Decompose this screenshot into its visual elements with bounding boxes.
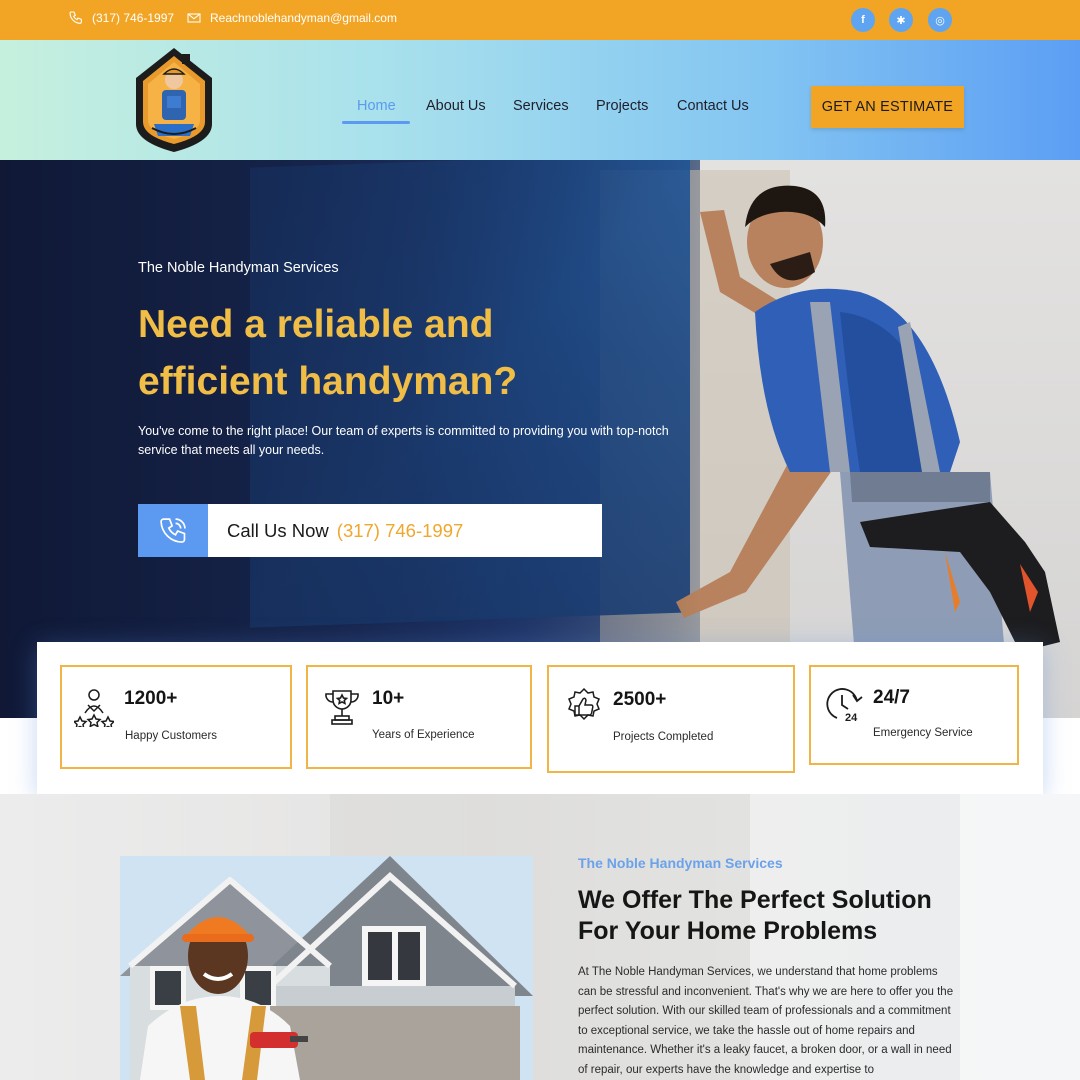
hero-description: You've come to the right place! Our team…: [138, 424, 669, 457]
nav-contact-us[interactable]: Contact Us: [677, 98, 749, 114]
hero-worker-image: [676, 185, 1060, 718]
clock-24-icon: 24: [826, 688, 863, 724]
nav-about-us[interactable]: About Us: [426, 98, 486, 114]
get-estimate-button[interactable]: GET AN ESTIMATE: [811, 86, 964, 128]
thumbs-up-badge-icon: [568, 687, 600, 721]
topbar-phone[interactable]: (317) 746-1997: [68, 10, 174, 26]
stat-value: 2500+: [613, 689, 667, 710]
stat-value: 1200+: [124, 688, 178, 709]
stat-card-customers: 1200+ Happy Customers: [60, 665, 292, 769]
hero-section: The Noble Handyman Services Need a relia…: [0, 160, 1080, 718]
stat-card-experience: 10+ Years of Experience: [306, 665, 532, 769]
nav-projects[interactable]: Projects: [596, 98, 648, 114]
nav-services[interactable]: Services: [513, 98, 569, 114]
svg-text:24: 24: [845, 712, 858, 724]
stat-card-emergency: 24 24/7 Emergency Service: [809, 665, 1019, 765]
site-header: Home About Us Services Projects Contact …: [0, 40, 1080, 160]
stat-label: Years of Experience: [372, 729, 475, 741]
instagram-icon[interactable]: ◎: [928, 8, 952, 32]
stat-value: 10+: [372, 688, 405, 709]
trophy-icon: [325, 690, 359, 725]
topbar-email-text: Reachnoblehandyman@gmail.com: [210, 11, 397, 25]
phone-icon: [69, 11, 82, 24]
nav-home[interactable]: Home: [357, 98, 396, 114]
about-background-window: [960, 794, 1080, 1080]
top-bar: (317) 746-1997 Reachnoblehandyman@gmail.…: [0, 0, 1080, 40]
about-title: We Offer The Perfect Solution For Your H…: [578, 886, 932, 945]
stat-value: 24/7: [873, 687, 910, 708]
yelp-icon[interactable]: ✱: [889, 8, 913, 32]
call-label: Call Us Now: [227, 519, 329, 541]
topbar-phone-text: (317) 746-1997: [92, 11, 175, 25]
stat-label: Happy Customers: [125, 730, 218, 742]
call-phone-number: (317) 746-1997: [336, 519, 464, 541]
stats-panel: 1200+ Happy Customers 10+ Years of Exper…: [37, 642, 1043, 794]
about-eyebrow: The Noble Handyman Services: [578, 855, 783, 871]
call-us-now-button[interactable]: Call Us Now (317) 746-1997: [138, 504, 602, 557]
facebook-icon[interactable]: f: [851, 8, 875, 32]
hero-title: Need a reliable and efficient handyman?: [138, 303, 518, 403]
about-description: At The Noble Handyman Services, we under…: [578, 966, 954, 1076]
happy-customers-icon: [74, 689, 114, 727]
stat-label: Emergency Service: [873, 727, 973, 739]
stat-card-projects: 2500+ Projects Completed: [547, 665, 795, 773]
call-icon-box: [138, 504, 208, 557]
nav-active-indicator: [342, 121, 410, 124]
hero-subtitle: The Noble Handyman Services: [138, 260, 339, 276]
about-handyman-house-image: [120, 856, 533, 1080]
phone-call-icon: [160, 517, 186, 543]
handyman-logo[interactable]: [132, 44, 216, 156]
stat-label: Projects Completed: [613, 731, 714, 743]
topbar-email[interactable]: Reachnoblehandyman@gmail.com: [186, 10, 397, 26]
mail-icon: [187, 13, 201, 23]
